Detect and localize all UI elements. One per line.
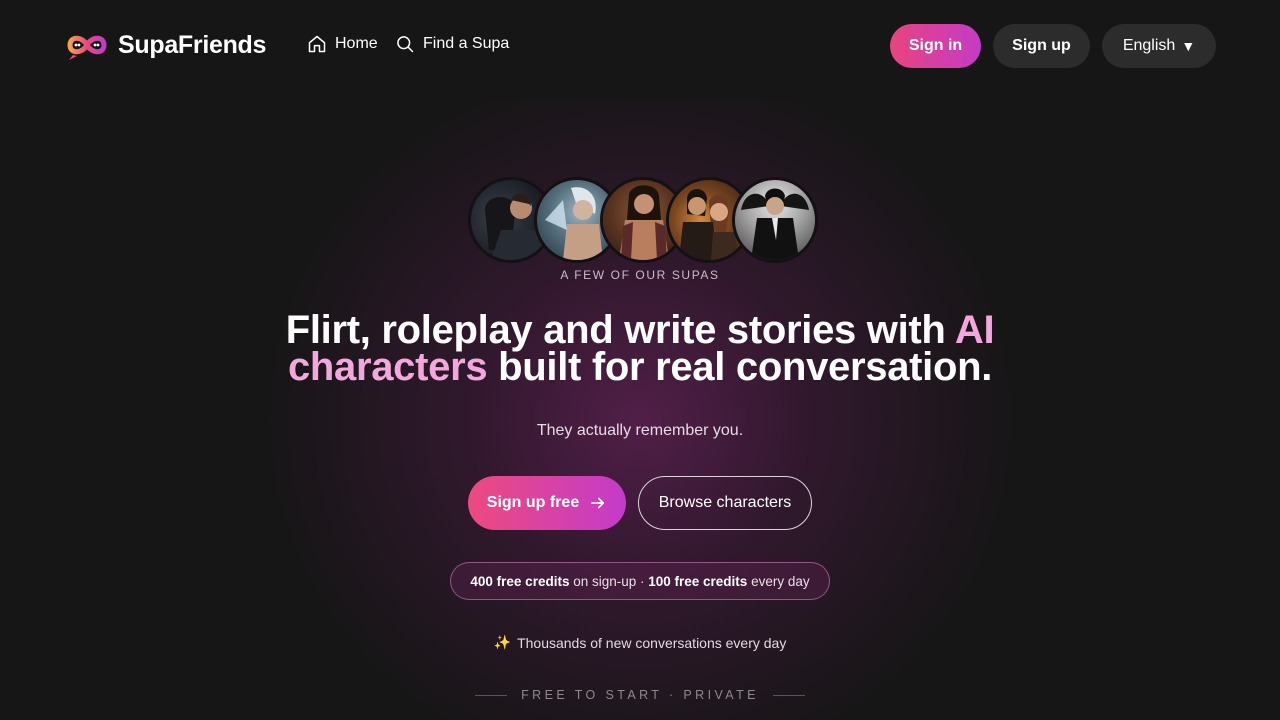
credits-badge: 400 free credits on sign-up · 100 free c… — [450, 562, 830, 600]
hero-headline: Flirt, roleplay and write stories with A… — [240, 310, 1040, 389]
daily-credits-suffix: every day — [747, 573, 810, 589]
signin-button[interactable]: Sign in — [890, 24, 981, 68]
daily-credits-amount: 100 free credits — [648, 573, 748, 589]
language-select[interactable]: English ▼ — [1102, 24, 1216, 68]
signup-free-button[interactable]: Sign up free — [468, 476, 626, 530]
infinity-logo-icon — [67, 35, 107, 60]
nav-find-label: Find a Supa — [423, 35, 510, 52]
footer-tagline: FREE TO START · PRIVATE — [0, 688, 1280, 702]
arrow-right-icon — [591, 497, 605, 509]
activity-note: ✨ Thousands of new conversations every d… — [0, 634, 1280, 651]
signup-free-label: Sign up free — [486, 494, 580, 511]
home-icon — [308, 35, 326, 53]
character-avatar[interactable] — [732, 177, 818, 263]
site-header: SupaFriends Home Find a Supa Sign in Sig… — [0, 0, 1280, 92]
brand-link[interactable]: SupaFriends — [64, 28, 266, 62]
nav-find-link[interactable]: Find a Supa — [395, 34, 509, 54]
nav-home-label: Home — [335, 35, 378, 52]
search-icon — [397, 36, 414, 53]
signup-credits-suffix: on sign-up · — [569, 573, 649, 589]
nav-home-link[interactable]: Home — [307, 34, 378, 54]
activity-text: Thousands of new conversations every day — [517, 634, 787, 651]
browse-characters-button[interactable]: Browse characters — [638, 476, 812, 530]
divider-left — [475, 694, 508, 696]
divider-right — [772, 694, 805, 696]
caret-down-icon: ▼ — [1181, 38, 1196, 54]
signup-credits-amount: 400 free credits — [470, 573, 570, 589]
avatar-stack — [468, 177, 818, 265]
signup-button[interactable]: Sign up — [993, 24, 1090, 68]
language-label: English — [1122, 37, 1176, 54]
footer-tag-text: FREE TO START · PRIVATE — [521, 688, 759, 702]
avatars-caption: A FEW OF OUR SUPAS — [560, 268, 720, 282]
brand-name: SupaFriends — [118, 30, 267, 59]
sparkle-icon: ✨ — [493, 634, 512, 650]
headline-part-2: built for real conversation. — [487, 345, 993, 389]
hero-subline: They actually remember you. — [536, 422, 744, 439]
